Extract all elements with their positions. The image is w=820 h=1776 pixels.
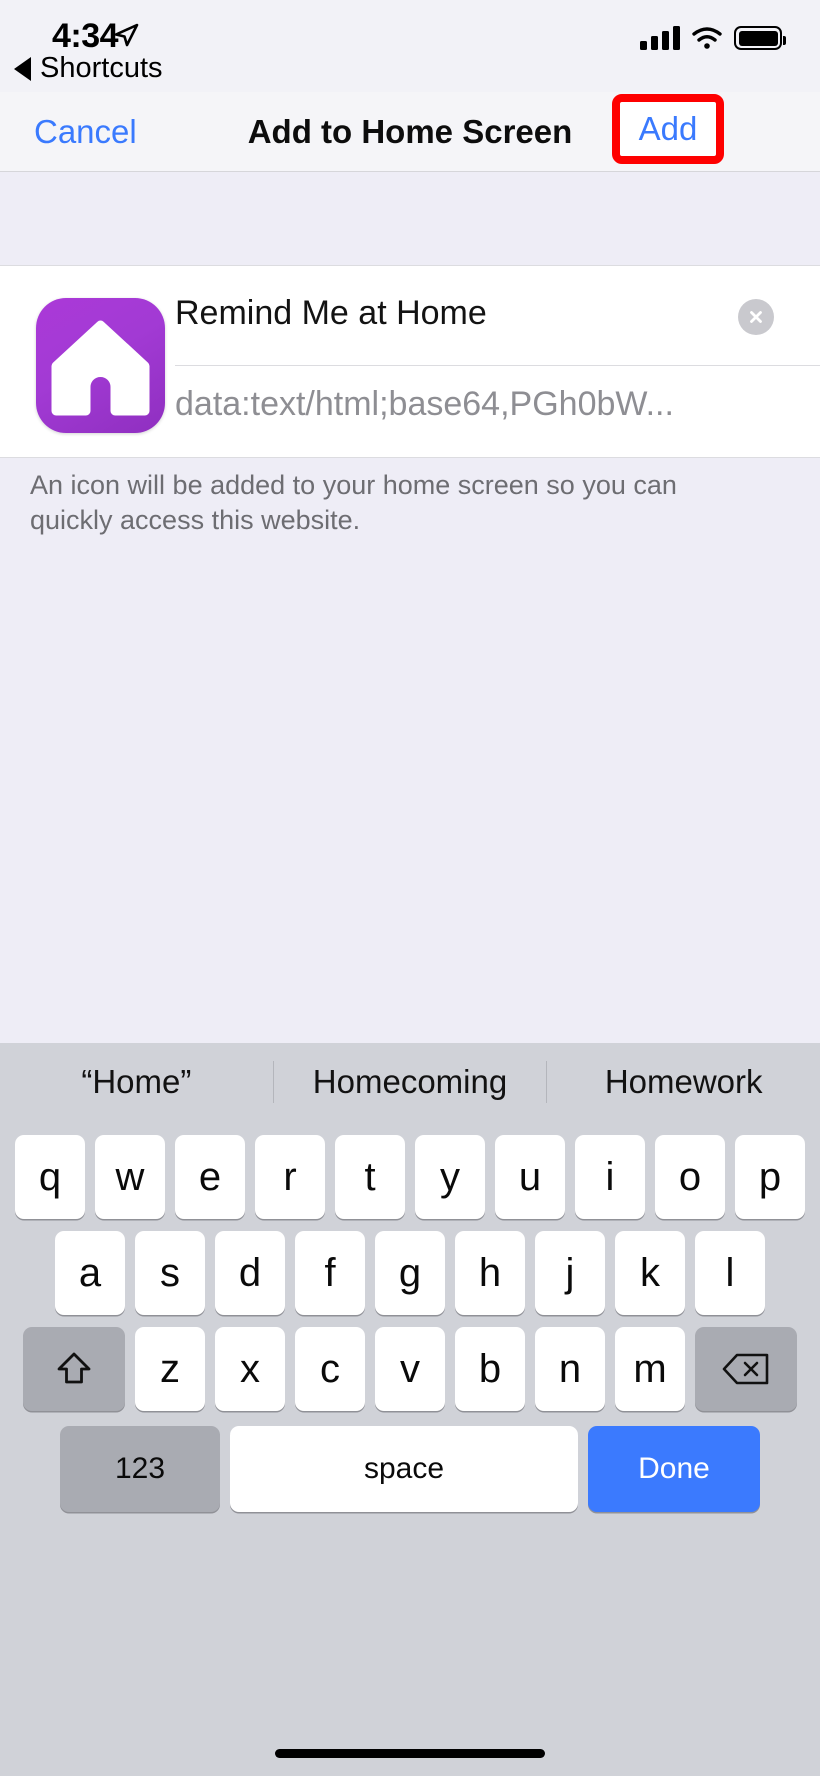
predictive-text-bar: “Home” Homecoming Homework [0,1043,820,1121]
key-h[interactable]: h [455,1231,525,1315]
status-time: 4:34 [52,17,119,55]
back-triangle-icon [14,56,31,81]
key-c[interactable]: c [295,1327,365,1411]
key-g[interactable]: g [375,1231,445,1315]
prediction-0[interactable]: “Home” [0,1063,273,1101]
cellular-signal-icon [640,26,680,50]
key-y[interactable]: y [415,1135,485,1219]
footer-note: An icon will be added to your home scree… [30,470,677,536]
shift-arrow-icon [57,1352,91,1384]
status-indicators [640,26,786,50]
backspace-delete-icon [722,1353,769,1385]
prediction-1[interactable]: Homecoming [274,1063,547,1101]
key-i[interactable]: i [575,1135,645,1219]
battery-full-icon [734,26,786,50]
prediction-2[interactable]: Homework [547,1063,820,1101]
key-l[interactable]: l [695,1231,765,1315]
wifi-icon [692,27,722,49]
key-f[interactable]: f [295,1231,365,1315]
cancel-button[interactable]: Cancel [34,113,137,151]
key-x[interactable]: x [215,1327,285,1411]
page-title: Add to Home Screen [247,112,573,150]
add-button[interactable]: Add [639,110,698,148]
key-u[interactable]: u [495,1135,565,1219]
section-gap [0,173,820,265]
key-p[interactable]: p [735,1135,805,1219]
home-indicator [275,1749,545,1758]
key-r[interactable]: r [255,1135,325,1219]
keyboard-row-4: 123 space Done [0,1426,820,1512]
back-to-shortcuts-label: Shortcuts [40,52,163,84]
navigation-bar: Cancel Add to Home Screen Add [0,92,820,172]
key-m[interactable]: m [615,1327,685,1411]
shift-key[interactable] [23,1327,125,1411]
key-z[interactable]: z [135,1327,205,1411]
key-b[interactable]: b [455,1327,525,1411]
shortcut-url-field[interactable]: data:text/html;base64,PGh0bW... [175,385,674,424]
key-s[interactable]: s [135,1231,205,1315]
clear-circle-x-icon[interactable] [738,299,774,335]
home-app-icon[interactable] [36,298,165,433]
key-j[interactable]: j [535,1231,605,1315]
space-key[interactable]: space [230,1426,578,1512]
key-q[interactable]: q [15,1135,85,1219]
field-divider [175,365,820,366]
key-v[interactable]: v [375,1327,445,1411]
on-screen-keyboard: “Home” Homecoming Homework q w e r t y u… [0,1043,820,1776]
key-e[interactable]: e [175,1135,245,1219]
key-k[interactable]: k [615,1231,685,1315]
card-fields: Remind Me at Home data:text/html;base64,… [175,266,820,459]
keyboard-row-1: q w e r t y u i o p [0,1135,820,1219]
keyboard-row-3: z x c v b n m [0,1327,820,1411]
key-t[interactable]: t [335,1135,405,1219]
shortcut-name-input[interactable]: Remind Me at Home [175,294,487,333]
add-button-highlight: Add [612,94,724,164]
key-d[interactable]: d [215,1231,285,1315]
house-glyph-icon [51,320,150,416]
backspace-key[interactable] [695,1327,797,1411]
key-n[interactable]: n [535,1327,605,1411]
key-o[interactable]: o [655,1135,725,1219]
back-to-shortcuts-button[interactable]: Shortcuts [14,52,163,85]
key-a[interactable]: a [55,1231,125,1315]
iphone-screen: 4:34 Shortcuts Cancel Add to Home Screen… [0,0,820,1776]
key-w[interactable]: w [95,1135,165,1219]
home-screen-entry-card: Remind Me at Home data:text/html;base64,… [0,265,820,458]
numbers-key[interactable]: 123 [60,1426,220,1512]
location-arrow-icon [114,23,139,47]
done-key[interactable]: Done [588,1426,760,1512]
keyboard-row-2: a s d f g h j k l [0,1231,820,1315]
